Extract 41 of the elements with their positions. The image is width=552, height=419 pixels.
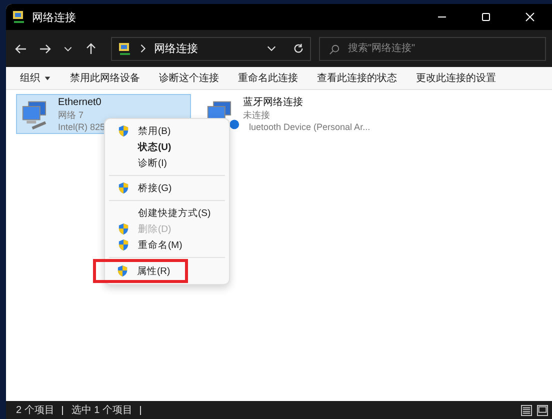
shield-icon [118,239,129,251]
forward-arrow-icon[interactable] [39,42,51,54]
connection-status: 未连接 [243,109,271,121]
device-name: Intel(R) 825 [58,121,106,133]
shield-icon [117,265,128,277]
search-icon [329,44,340,54]
tiles-view-icon[interactable] [537,404,548,416]
details-view-icon[interactable] [521,404,532,416]
back-arrow-icon[interactable] [15,42,27,54]
toolbar-button[interactable]: 重命名此连接 [234,69,302,87]
menu-item[interactable]: 状态(U) [109,139,225,155]
maximize-icon[interactable] [481,12,491,22]
network-folder-icon [118,42,132,56]
toolbar-button[interactable]: 诊断这个连接 [155,69,223,87]
menu-item[interactable]: 诊断(I) [109,155,225,171]
shield-icon [118,125,129,137]
connection-name: 蓝牙网络连接 [243,97,304,109]
network-folder-icon [12,10,26,24]
address-bar[interactable]: 网络连接 [111,36,311,60]
window-title: 网络连接 [32,10,76,24]
connection-status: 网络 7 [58,109,85,121]
menu-item[interactable]: 属性(R) [96,262,185,280]
menu-item[interactable]: 创建快捷方式(S) [109,205,225,221]
up-arrow-icon[interactable] [85,42,97,54]
connection-name: Ethernet0 [58,97,102,109]
address-path: 网络连接 [154,42,198,56]
menu-item[interactable]: 桥接(G) [109,180,225,196]
refresh-icon[interactable] [293,43,304,54]
chevron-right-icon [140,44,146,53]
menu-item[interactable]: 重命名(M) [109,237,225,253]
search-field[interactable]: 搜索"网络连接" [319,36,546,60]
item-count: 2 个项目 [16,404,54,417]
device-name: luetooth Device (Personal Ar... [249,121,370,133]
selection-count: 选中 1 个项目 [71,404,132,417]
shield-icon [118,223,129,235]
toolbar-button[interactable]: 禁用此网络设备 [66,69,144,87]
shield-icon [118,182,129,194]
close-icon[interactable] [525,12,535,22]
toolbar-button[interactable]: 查看此连接的状态 [313,69,401,87]
toolbar-button[interactable]: 更改此连接的设置 [412,69,500,87]
toolbar-button[interactable]: 组织 [16,69,55,87]
